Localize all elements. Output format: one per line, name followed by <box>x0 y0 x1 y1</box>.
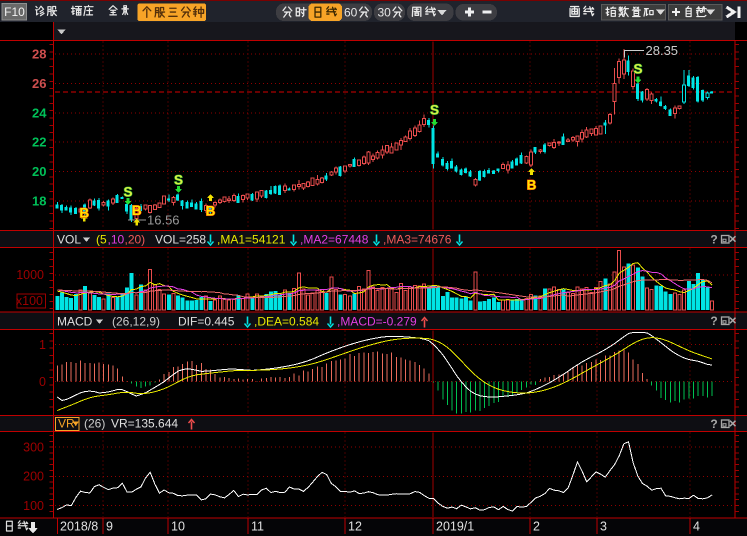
svg-text:2: 2 <box>533 520 540 534</box>
svg-text:12: 12 <box>348 520 362 534</box>
svg-text:28: 28 <box>32 47 46 62</box>
svg-text:B: B <box>132 203 142 218</box>
svg-text:3: 3 <box>600 520 607 534</box>
svg-text:26: 26 <box>32 76 46 91</box>
svg-text:,10: ,10 <box>108 233 125 247</box>
svg-text:18: 18 <box>32 194 46 209</box>
svg-text:0: 0 <box>39 375 46 389</box>
svg-text:28.35: 28.35 <box>646 43 679 58</box>
svg-text:(26): (26) <box>84 417 105 431</box>
svg-text:,MACD=-0.279: ,MACD=-0.279 <box>337 315 417 329</box>
svg-text:?: ? <box>710 314 717 328</box>
svg-text:200: 200 <box>23 470 44 484</box>
svg-text:4: 4 <box>693 520 700 534</box>
svg-text:,MA1=54121: ,MA1=54121 <box>217 233 286 247</box>
svg-text:100: 100 <box>23 499 44 513</box>
svg-text:1000: 1000 <box>16 268 44 282</box>
svg-text:30: 30 <box>378 6 392 20</box>
svg-text:VR=135.644: VR=135.644 <box>111 417 178 431</box>
svg-text:?: ? <box>710 233 717 247</box>
svg-text:2019/1: 2019/1 <box>436 520 474 534</box>
svg-text:2018/8: 2018/8 <box>60 520 98 534</box>
svg-text:9: 9 <box>106 520 113 534</box>
svg-text:,20): ,20) <box>125 233 146 247</box>
svg-text:S: S <box>633 62 642 77</box>
svg-text:DIF=0.445: DIF=0.445 <box>178 315 235 329</box>
svg-text:B: B <box>527 178 537 193</box>
svg-text:24: 24 <box>32 105 47 120</box>
svg-text:VR: VR <box>58 417 75 431</box>
svg-text:S: S <box>430 103 439 118</box>
svg-text:10: 10 <box>171 520 185 534</box>
svg-text:(26,12,9): (26,12,9) <box>112 315 160 329</box>
svg-text:22: 22 <box>32 135 46 150</box>
svg-text:16.56: 16.56 <box>147 213 180 228</box>
svg-text:11: 11 <box>251 520 264 534</box>
svg-text:?: ? <box>710 417 717 431</box>
svg-text:S: S <box>123 185 132 200</box>
svg-text:B: B <box>79 206 89 221</box>
svg-text:,DEA=0.584: ,DEA=0.584 <box>254 315 319 329</box>
svg-text:B: B <box>206 204 216 219</box>
svg-text:VOL: VOL <box>57 233 81 247</box>
svg-text:x100: x100 <box>16 294 43 308</box>
svg-text:MACD: MACD <box>57 315 93 329</box>
svg-text:20: 20 <box>32 164 46 179</box>
svg-text:F10: F10 <box>4 5 25 19</box>
svg-text:60: 60 <box>344 6 358 20</box>
svg-text:S: S <box>174 173 183 188</box>
svg-text:VOL=258: VOL=258 <box>155 233 206 247</box>
svg-text:300: 300 <box>23 441 44 455</box>
svg-text:1: 1 <box>39 338 46 352</box>
svg-text:,MA3=74676: ,MA3=74676 <box>383 233 452 247</box>
svg-text:(5: (5 <box>96 233 107 247</box>
svg-text:,MA2=67448: ,MA2=67448 <box>300 233 369 247</box>
